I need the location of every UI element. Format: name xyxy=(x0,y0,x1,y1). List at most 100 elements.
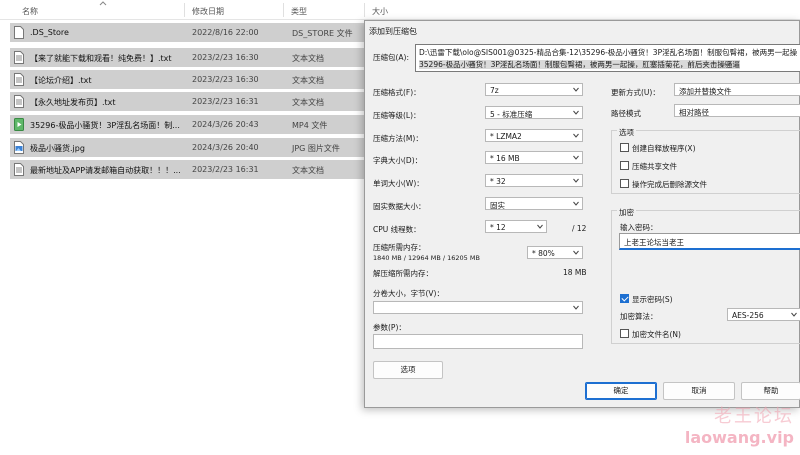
password-label: 输入密码： xyxy=(620,223,658,232)
dict-select[interactable]: * 16 MB xyxy=(485,151,583,164)
file-name: 最新地址及APP请发邮箱自动获取！！！... xyxy=(30,166,181,175)
file-row[interactable]: 【永久地址发布页】.txt 2023/2/23 16:31 文本文档 xyxy=(10,92,367,111)
params-label: 参数(P)： xyxy=(373,323,406,332)
generic-file-icon xyxy=(14,26,24,39)
text-file-icon xyxy=(14,95,24,108)
sfx-checkbox[interactable] xyxy=(620,143,629,152)
encryption-method-label: 加密算法： xyxy=(620,312,658,321)
volume-select[interactable] xyxy=(373,301,583,314)
file-row[interactable]: 最新地址及APP请发邮箱自动获取！！！... 2023/2/23 16:31 文… xyxy=(10,160,367,179)
cpu-select[interactable]: * 12 xyxy=(485,220,547,233)
shared-checkbox[interactable] xyxy=(620,161,629,170)
pathmode-value: 相对路径 xyxy=(679,108,709,117)
chevron-down-icon xyxy=(573,155,579,160)
encrypt-names-checkbox[interactable] xyxy=(620,329,629,338)
file-type: JPG 图片文件 xyxy=(292,144,340,153)
options-group-label: 选项 xyxy=(617,127,636,138)
password-input[interactable]: 上老王论坛当老王 xyxy=(619,233,800,250)
dict-label: 字典大小(D)： xyxy=(373,156,423,165)
method-label: 压缩方法(M)： xyxy=(373,134,423,143)
file-type: 文本文档 xyxy=(292,166,324,175)
memory-label: 压缩所需内存： xyxy=(373,243,426,252)
help-button[interactable]: 帮助 xyxy=(741,382,800,400)
encryption-group-label: 加密 xyxy=(617,207,636,218)
cpu-total: / 12 xyxy=(572,224,587,233)
encryption-method-value: AES-256 xyxy=(732,311,764,320)
level-select[interactable]: 5 - 标准压缩 xyxy=(485,106,583,119)
delete-source-checkbox[interactable] xyxy=(620,179,629,188)
solid-label: 固实数据大小： xyxy=(373,202,426,211)
delete-source-label: 操作完成后删除源文件 xyxy=(632,180,707,189)
chevron-down-icon xyxy=(573,250,579,255)
file-row[interactable]: .DS_Store 2022/8/16 22:00 DS_STORE 文件 xyxy=(10,23,367,42)
column-type[interactable]: 类型 xyxy=(291,6,307,17)
file-type: 文本文档 xyxy=(292,98,324,107)
method-select[interactable]: * LZMA2 xyxy=(485,129,583,142)
video-file-icon xyxy=(14,118,24,131)
file-name: 35296-极品小骚货！3P淫乱名场面！制... xyxy=(30,121,180,130)
dict-value: * 16 MB xyxy=(490,154,520,163)
pathmode-select[interactable]: 相对路径 xyxy=(674,104,800,117)
file-date: 2023/2/23 16:30 xyxy=(192,75,259,84)
chevron-down-icon xyxy=(791,312,797,317)
file-row[interactable]: 35296-极品小骚货！3P淫乱名场面！制... 2024/3/26 20:43… xyxy=(10,115,367,134)
memory-value: * 80% xyxy=(532,249,555,258)
watermark-line1: 老王论坛 xyxy=(714,406,794,427)
memory-select[interactable]: * 80% xyxy=(527,246,583,259)
watermark: 老王论坛 laowang.vip xyxy=(685,402,794,447)
update-label: 更新方式(U)： xyxy=(611,88,660,97)
file-date: 2024/3/26 20:43 xyxy=(192,120,259,129)
chevron-down-icon xyxy=(573,305,579,310)
column-date[interactable]: 修改日期 xyxy=(192,6,224,17)
archive-path-combo[interactable]: D:\迅雷下载\olo@SIS001@0325-精品合集-12\35296-极品… xyxy=(415,44,800,72)
word-select[interactable]: * 32 xyxy=(485,174,583,187)
cancel-button[interactable]: 取消 xyxy=(663,382,735,400)
format-value: 7z xyxy=(490,86,499,95)
cpu-label: CPU 线程数： xyxy=(373,225,421,234)
file-date: 2022/8/16 22:00 xyxy=(192,28,259,37)
memory-detail: 1840 MB / 12964 MB / 16205 MB xyxy=(373,254,480,262)
volume-label: 分卷大小，字节(V)： xyxy=(373,289,444,298)
format-label: 压缩格式(F)： xyxy=(373,88,421,97)
solid-select[interactable]: 固实 xyxy=(485,197,583,210)
options-button[interactable]: 选项 xyxy=(373,361,443,379)
format-select[interactable]: 7z xyxy=(485,83,583,96)
word-value: * 32 xyxy=(490,177,506,186)
column-header: 名称 修改日期 类型 大小 xyxy=(0,0,800,20)
file-date: 2023/2/23 16:31 xyxy=(192,165,259,174)
file-name: .DS_Store xyxy=(30,28,69,37)
file-row[interactable]: 【来了就能下载和观看！纯免费！】.txt 2023/2/23 16:30 文本文… xyxy=(10,48,367,67)
cpu-value: * 12 xyxy=(490,223,506,232)
chevron-down-icon xyxy=(573,133,579,138)
file-name: 极品小骚货.jpg xyxy=(30,144,85,153)
chevron-down-icon xyxy=(573,87,579,92)
text-file-icon xyxy=(14,73,24,86)
encryption-method-select[interactable]: AES-256 xyxy=(727,308,800,321)
update-value: 添加并替换文件 xyxy=(679,87,732,96)
show-password-checkbox[interactable] xyxy=(620,294,629,303)
update-select[interactable]: 添加并替换文件 xyxy=(674,83,800,96)
dialog-title: 添加到压缩包 xyxy=(369,27,417,36)
file-name: 【来了就能下载和观看！纯免费！】.txt xyxy=(30,54,172,63)
file-row[interactable]: 极品小骚货.jpg 2024/3/26 20:40 JPG 图片文件 xyxy=(10,138,367,157)
text-file-icon xyxy=(14,163,24,176)
file-type: DS_STORE 文件 xyxy=(292,29,353,38)
params-input[interactable] xyxy=(373,334,583,349)
archive-path-line1: D:\迅雷下载\olo@SIS001@0325-精品合集-12\35296-极品… xyxy=(419,48,798,57)
column-name[interactable]: 名称 xyxy=(22,6,38,17)
shared-label: 压缩共享文件 xyxy=(632,162,677,171)
chevron-down-icon xyxy=(573,178,579,183)
file-date: 2023/2/23 16:31 xyxy=(192,97,259,106)
show-password-label: 显示密码(S) xyxy=(632,295,673,304)
ok-button[interactable]: 确定 xyxy=(585,382,657,400)
file-name: 【永久地址发布页】.txt xyxy=(30,98,116,107)
archive-path-line2: 35296-极品小骚货！3P淫乱名场面！制服包臀裙，被两男一起操，肛塞插菊花，前… xyxy=(419,60,740,69)
solid-value: 固实 xyxy=(490,201,505,210)
file-type: 文本文档 xyxy=(292,76,324,85)
sfx-label: 创建自释放程序(X) xyxy=(632,144,696,153)
level-value: 5 - 标准压缩 xyxy=(490,110,533,119)
file-row[interactable]: 【论坛介绍】.txt 2023/2/23 16:30 文本文档 xyxy=(10,70,367,89)
column-size[interactable]: 大小 xyxy=(372,6,388,17)
file-date: 2024/3/26 20:40 xyxy=(192,143,259,152)
encrypt-names-label: 加密文件名(N) xyxy=(632,330,681,339)
